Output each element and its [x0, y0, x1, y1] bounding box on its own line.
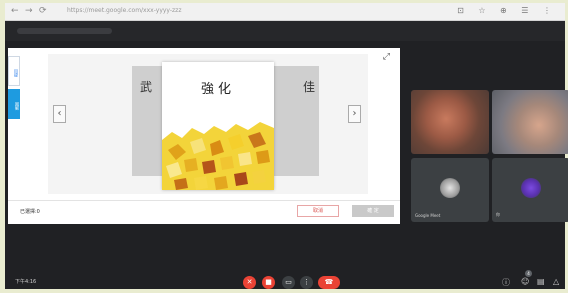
- meeting-time: 下午4:16: [15, 279, 37, 285]
- book-right-title: 佳: [302, 80, 315, 94]
- participant-name: 你: [496, 212, 500, 217]
- mic-off-icon[interactable]: ✕: [243, 276, 256, 289]
- presentation-panel: 武 佳 強化 ⤢ ‹ ›: [8, 48, 400, 224]
- chat-icon[interactable]: ▤: [537, 277, 545, 286]
- cancel-button[interactable]: 取消: [297, 205, 339, 217]
- side-tab-bar: 目録 図解: [8, 56, 22, 122]
- people-icon[interactable]: ☺: [521, 277, 529, 286]
- participant-avatar-tile[interactable]: 你: [492, 158, 568, 222]
- forward-icon[interactable]: →: [25, 6, 33, 16]
- book-title: 強化: [200, 82, 235, 97]
- participant-name: Google Meet: [415, 213, 441, 218]
- camera-off-icon[interactable]: ■: [262, 276, 275, 289]
- carousel-next-button[interactable]: ›: [348, 105, 361, 123]
- book-carousel: 武 佳 強化: [48, 54, 368, 194]
- end-call-button[interactable]: ☎: [318, 276, 340, 289]
- book-cover-center[interactable]: 強化: [162, 62, 274, 190]
- activities-icon[interactable]: △: [553, 277, 559, 286]
- meeting-title-blurred: [17, 28, 112, 34]
- expand-icon[interactable]: ⤢: [383, 52, 390, 62]
- selection-status: 已選擇:0: [20, 209, 40, 215]
- divider: [8, 200, 400, 201]
- side-tab-diagram[interactable]: 図解: [8, 89, 20, 119]
- mosaic-artwork: [162, 122, 274, 190]
- captions-icon[interactable]: ▭: [282, 276, 295, 289]
- address-bar[interactable]: https://meet.google.com/xxx-yyyy-zzz: [67, 7, 181, 14]
- browser-toolbar: ← → ⟳ https://meet.google.com/xxx-yyyy-z…: [5, 3, 565, 21]
- reload-icon[interactable]: ⟳: [39, 6, 47, 16]
- back-icon[interactable]: ←: [11, 6, 19, 16]
- carousel-prev-button[interactable]: ‹: [53, 105, 66, 123]
- participant-count-badge: 4: [525, 270, 532, 277]
- confirm-button[interactable]: 確 定: [352, 205, 394, 217]
- avatar: [521, 178, 541, 198]
- side-tab-catalog[interactable]: 目録: [8, 56, 20, 86]
- avatar: [440, 178, 460, 198]
- participant-video-tile[interactable]: [411, 90, 489, 154]
- info-icon[interactable]: ⓘ: [502, 277, 510, 288]
- browser-extension-icons[interactable]: ⊡ ☆ ⊕ ☰ ⋮: [457, 6, 557, 15]
- book-left-title: 武: [140, 80, 153, 94]
- meeting-header: [5, 21, 565, 41]
- more-options-icon[interactable]: ⋮: [300, 276, 313, 289]
- book-cover-right[interactable]: 佳: [274, 66, 319, 176]
- participant-video-tile[interactable]: [492, 90, 568, 154]
- participant-avatar-tile[interactable]: Google Meet: [411, 158, 489, 222]
